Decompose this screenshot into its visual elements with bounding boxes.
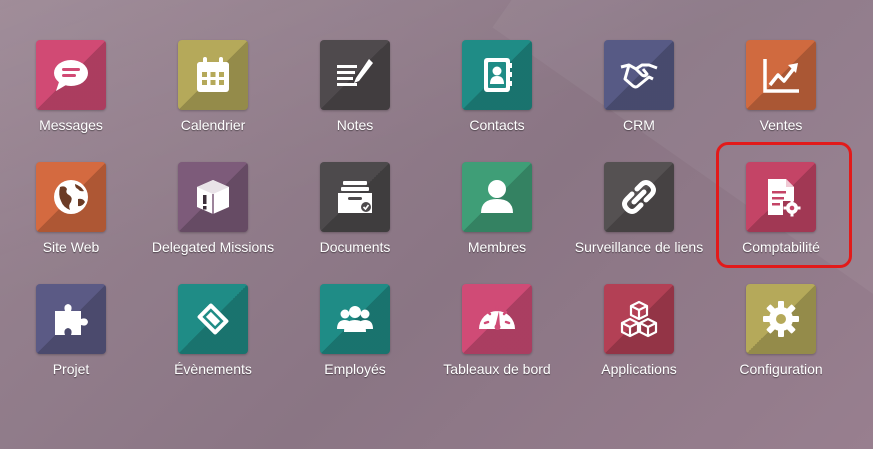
app-label: Configuration [739, 361, 823, 377]
app-membres[interactable]: Membres [426, 154, 568, 266]
ticket-icon [197, 303, 229, 335]
app-messages[interactable]: Messages [0, 32, 142, 144]
app-delegated-missions[interactable]: Delegated Missions [142, 154, 284, 266]
app-ventes[interactable]: Ventes [710, 32, 852, 144]
puzzle-icon [55, 304, 88, 335]
app-label: Documents [319, 239, 391, 255]
app-tile [462, 284, 532, 354]
app-label: Contacts [469, 117, 525, 133]
chain-link-icon [622, 180, 656, 214]
app-notes[interactable]: Notes [284, 32, 426, 144]
app-tile [462, 162, 532, 232]
app-label: Comptabilité [742, 239, 820, 255]
handshake-icon [620, 63, 658, 89]
app-applications[interactable]: Applications [568, 276, 710, 388]
app-tile [320, 284, 390, 354]
globe-icon [54, 180, 88, 214]
app-tile [604, 162, 674, 232]
people-group-icon [337, 306, 373, 332]
app-label: Site Web [42, 239, 100, 255]
app-label: CRM [623, 117, 655, 133]
app-label: Calendrier [180, 117, 246, 133]
speedometer-icon [479, 305, 515, 330]
app-label: Delegated Missions [151, 239, 275, 255]
app-tableaux-de-bord[interactable]: Tableaux de bord [426, 276, 568, 388]
app-tile [746, 162, 816, 232]
app-calendrier[interactable]: Calendrier [142, 32, 284, 144]
app-tile [178, 40, 248, 110]
gear-icon [763, 301, 799, 337]
app-label: Ventes [759, 117, 803, 133]
app-documents[interactable]: Documents [284, 154, 426, 266]
calendar-icon [197, 57, 229, 92]
app-tile [178, 162, 248, 232]
app-contacts[interactable]: Contacts [426, 32, 568, 144]
trend-chart-icon [763, 59, 799, 93]
address-book-icon [484, 58, 512, 92]
app-crm[interactable]: CRM [568, 32, 710, 144]
document-gear-icon [768, 179, 801, 217]
app-label: Projet [52, 361, 90, 377]
app-tile [746, 284, 816, 354]
box-alert-icon [197, 180, 229, 214]
app-tile [36, 284, 106, 354]
app-label: Employés [324, 361, 386, 377]
app-tile [36, 162, 106, 232]
app-site-web[interactable]: Site Web [0, 154, 142, 266]
notes-pen-icon [337, 59, 373, 86]
app-projet[interactable]: Projet [0, 276, 142, 388]
app-label: Messages [39, 117, 103, 133]
app-label: Surveillance de liens [574, 239, 704, 255]
app-label: Notes [336, 117, 374, 133]
app-tile [604, 40, 674, 110]
app-surveillance-de-liens[interactable]: Surveillance de liens [568, 154, 710, 266]
app-tile [604, 284, 674, 354]
app-label: Tableaux de bord [443, 361, 551, 377]
app-label: Membres [467, 239, 527, 255]
member-user-icon [481, 180, 513, 213]
app-tile [178, 284, 248, 354]
app-label: Évènements [174, 361, 252, 377]
app-evenements[interactable]: Évènements [142, 276, 284, 388]
file-tray-icon [338, 181, 372, 213]
speech-bubble-icon [54, 60, 88, 91]
app-configuration[interactable]: Configuration [710, 276, 852, 388]
app-comptabilite[interactable]: Comptabilité [710, 154, 852, 266]
app-tile [320, 40, 390, 110]
app-label: Applications [601, 361, 677, 377]
app-employes[interactable]: Employés [284, 276, 426, 388]
app-tile [746, 40, 816, 110]
cubes-icon [620, 300, 658, 338]
app-tile [36, 40, 106, 110]
app-tile [320, 162, 390, 232]
app-tile [462, 40, 532, 110]
